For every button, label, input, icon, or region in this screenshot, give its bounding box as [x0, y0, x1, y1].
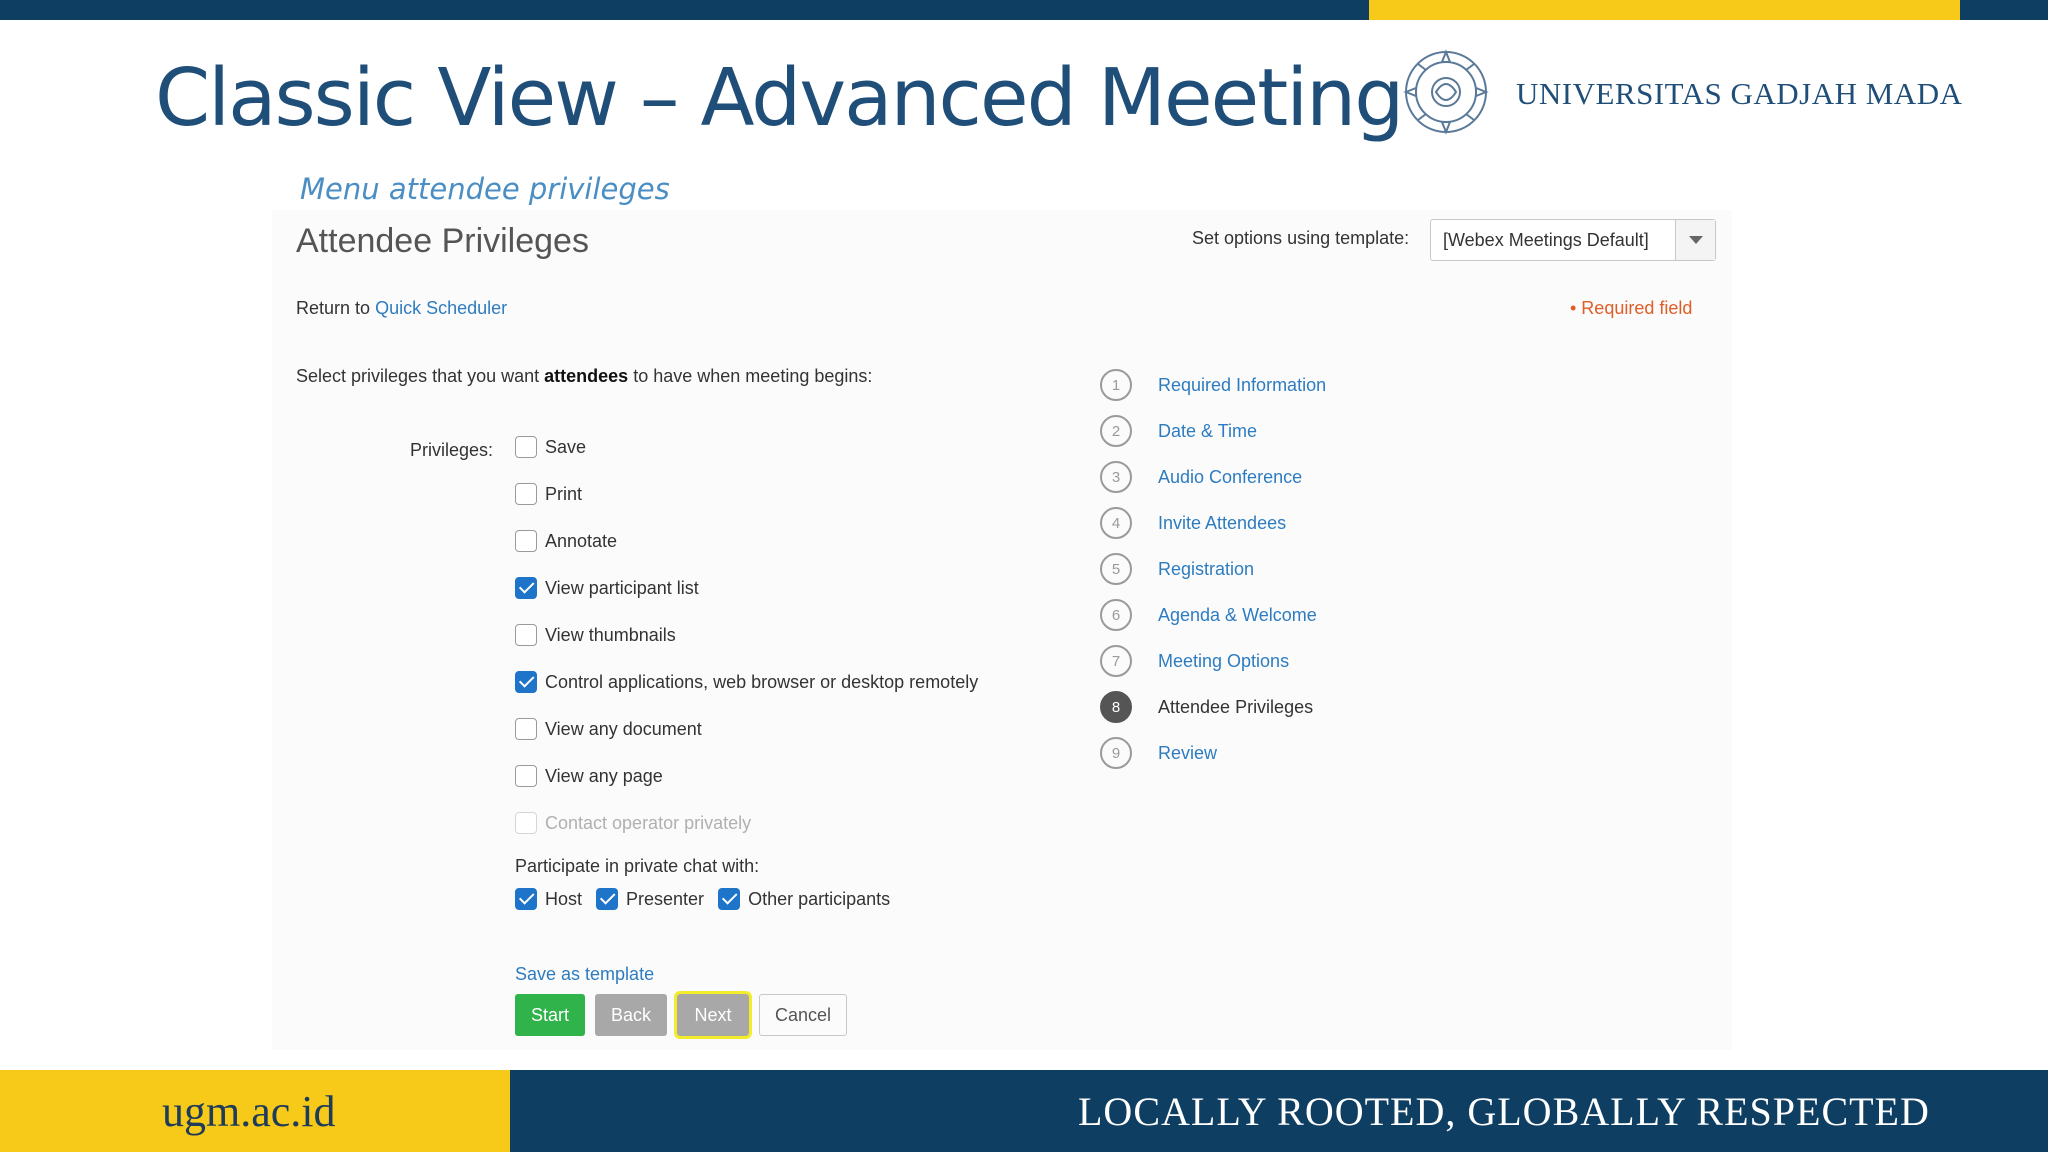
footer-domain: ugm.ac.id: [162, 1087, 336, 1136]
step-agenda-welcome[interactable]: 6 Agenda & Welcome: [1100, 592, 1326, 638]
print-checkbox[interactable]: [515, 483, 537, 505]
chat-option-host[interactable]: Host: [515, 888, 582, 910]
private-chat-label: Participate in private chat with:: [515, 856, 760, 876]
slide-title: Classic View – Advanced Meeting: [155, 52, 1404, 144]
step-number: 1: [1100, 369, 1132, 401]
university-name: UNIVERSITAS GADJAH MADA: [1516, 76, 1963, 111]
instruction-bold: attendees: [544, 366, 629, 386]
chat-option-other-participants[interactable]: Other participants: [718, 888, 890, 910]
control-applications-checkbox[interactable]: [515, 671, 537, 693]
step-label[interactable]: Audio Conference: [1158, 467, 1302, 488]
instruction-text: Select privileges that you want attendee…: [296, 366, 872, 387]
view-any-document-checkbox[interactable]: [515, 718, 537, 740]
template-select[interactable]: [Webex Meetings Default]: [1430, 219, 1716, 261]
view-thumbnails-checkbox[interactable]: [515, 624, 537, 646]
instruction-prefix: Select privileges that you want: [296, 366, 540, 386]
save-as-template-link[interactable]: Save as template: [515, 964, 654, 985]
privilege-label: Print: [545, 483, 583, 504]
return-line: Return to Quick Scheduler: [296, 298, 507, 319]
attendee-privileges-screenshot: Attendee Privileges Set options using te…: [272, 210, 1732, 1050]
privilege-label: Save: [545, 436, 587, 457]
page-heading: Attendee Privileges: [296, 222, 589, 260]
template-select-value: [Webex Meetings Default]: [1443, 229, 1649, 250]
step-number: 2: [1100, 415, 1132, 447]
chevron-down-icon[interactable]: [1675, 220, 1715, 260]
step-label[interactable]: Invite Attendees: [1158, 513, 1286, 534]
privilege-label: View thumbnails: [545, 624, 676, 645]
wizard-steps: 1 Required Information 2 Date & Time 3 A…: [1100, 362, 1326, 776]
privilege-label: Contact operator privately: [545, 812, 752, 833]
step-label: Attendee Privileges: [1158, 696, 1314, 717]
privilege-control-applications[interactable]: Control applications, web browser or des…: [515, 671, 978, 693]
action-buttons: Start Back Next Cancel: [515, 991, 847, 1039]
privileges-label: Privileges:: [410, 440, 494, 460]
privilege-label: View any document: [545, 718, 702, 739]
privilege-view-any-document[interactable]: View any document: [515, 718, 702, 740]
template-label: Set options using template:: [1192, 228, 1410, 248]
step-registration[interactable]: 5 Registration: [1100, 546, 1326, 592]
return-prefix: Return to: [296, 298, 371, 318]
host-checkbox[interactable]: [515, 888, 537, 910]
top-bar-yellow: [1369, 0, 1960, 20]
university-seal-icon: [1403, 49, 1489, 135]
slide-subtitle: Menu attendee privileges: [300, 172, 670, 206]
step-number: 6: [1100, 599, 1132, 631]
chat-option-label: Other participants: [748, 888, 891, 909]
privilege-label: Control applications, web browser or des…: [545, 671, 979, 692]
step-date-time[interactable]: 2 Date & Time: [1100, 408, 1326, 454]
view-any-page-checkbox[interactable]: [515, 765, 537, 787]
contact-operator-checkbox: [515, 812, 537, 834]
back-button[interactable]: Back: [595, 994, 667, 1036]
start-button[interactable]: Start: [515, 994, 585, 1036]
annotate-checkbox[interactable]: [515, 530, 537, 552]
step-label[interactable]: Meeting Options: [1158, 651, 1289, 672]
privilege-label: View participant list: [545, 577, 699, 598]
privilege-save[interactable]: Save: [515, 436, 586, 458]
next-button[interactable]: Next: [674, 991, 752, 1039]
instruction-suffix: to have when meeting begins:: [633, 366, 873, 386]
privilege-label: View any page: [545, 765, 663, 786]
quick-scheduler-link[interactable]: Quick Scheduler: [375, 298, 507, 318]
privilege-view-participant-list[interactable]: View participant list: [515, 577, 699, 599]
step-number: 3: [1100, 461, 1132, 493]
step-label[interactable]: Agenda & Welcome: [1158, 605, 1317, 626]
view-participant-list-checkbox[interactable]: [515, 577, 537, 599]
step-review[interactable]: 9 Review: [1100, 730, 1326, 776]
step-number: 5: [1100, 553, 1132, 585]
step-attendee-privileges: 8 Attendee Privileges: [1100, 684, 1326, 730]
step-label[interactable]: Required Information: [1158, 375, 1326, 396]
step-number: 4: [1100, 507, 1132, 539]
privilege-print[interactable]: Print: [515, 483, 582, 505]
step-label[interactable]: Registration: [1158, 559, 1254, 580]
privilege-view-any-page[interactable]: View any page: [515, 765, 663, 787]
chat-option-presenter[interactable]: Presenter: [596, 888, 704, 910]
footer-tagline: LOCALLY ROOTED, GLOBALLY RESPECTED: [1078, 1089, 1930, 1134]
cancel-button[interactable]: Cancel: [759, 994, 847, 1036]
save-checkbox[interactable]: [515, 436, 537, 458]
step-invite-attendees[interactable]: 4 Invite Attendees: [1100, 500, 1326, 546]
step-number: 7: [1100, 645, 1132, 677]
required-field-note: • Required field: [1570, 298, 1693, 318]
presenter-checkbox[interactable]: [596, 888, 619, 910]
step-required-information[interactable]: 1 Required Information: [1100, 362, 1326, 408]
step-number: 9: [1100, 737, 1132, 769]
privilege-annotate[interactable]: Annotate: [515, 530, 617, 552]
other-participants-checkbox[interactable]: [718, 888, 741, 910]
step-label[interactable]: Date & Time: [1158, 421, 1257, 442]
chat-option-label: Host: [545, 888, 583, 909]
chat-option-label: Presenter: [626, 888, 705, 909]
step-meeting-options[interactable]: 7 Meeting Options: [1100, 638, 1326, 684]
private-chat-options: Host Presenter Other participants: [515, 888, 890, 910]
step-number: 8: [1100, 691, 1132, 723]
step-audio-conference[interactable]: 3 Audio Conference: [1100, 454, 1326, 500]
step-label[interactable]: Review: [1158, 743, 1217, 764]
privilege-label: Annotate: [545, 530, 618, 551]
privilege-contact-operator: Contact operator privately: [515, 812, 751, 834]
privilege-view-thumbnails[interactable]: View thumbnails: [515, 624, 676, 646]
